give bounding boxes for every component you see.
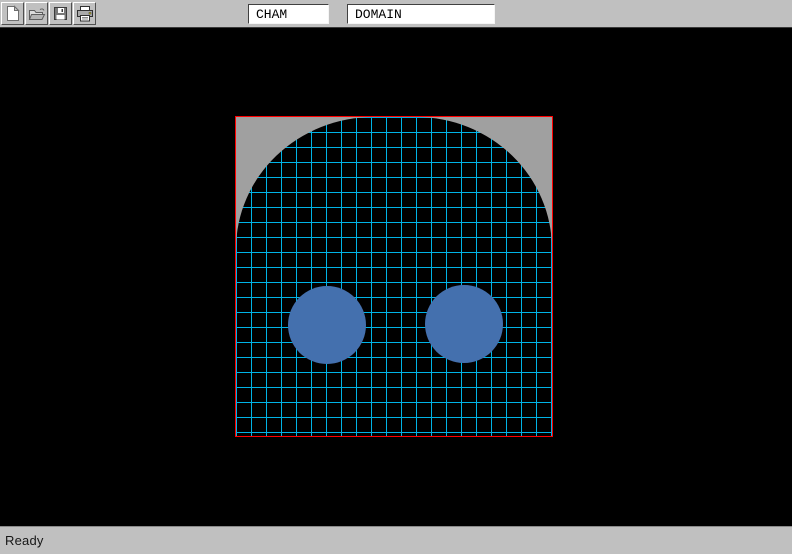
- print-button[interactable]: [73, 2, 96, 25]
- cham-field[interactable]: [248, 4, 329, 24]
- left-circular-object[interactable]: [288, 286, 366, 364]
- application-window: Ready: [0, 0, 792, 554]
- toolbar-button-group: [1, 2, 96, 25]
- domain-field[interactable]: [347, 4, 495, 24]
- status-bar: Ready: [0, 526, 792, 554]
- print-icon: [76, 6, 94, 22]
- save-button[interactable]: [49, 2, 72, 25]
- open-button[interactable]: [25, 2, 48, 25]
- save-floppy-icon: [53, 6, 68, 21]
- toolbar: [0, 0, 792, 28]
- status-message: Ready: [5, 533, 44, 548]
- mesh-grid-dome: [236, 117, 552, 436]
- open-folder-icon: [28, 7, 46, 21]
- right-circular-object[interactable]: [425, 285, 503, 363]
- viewport-canvas[interactable]: [0, 28, 792, 526]
- domain-region[interactable]: [235, 116, 553, 437]
- new-document-icon: [5, 5, 20, 22]
- new-button[interactable]: [1, 2, 24, 25]
